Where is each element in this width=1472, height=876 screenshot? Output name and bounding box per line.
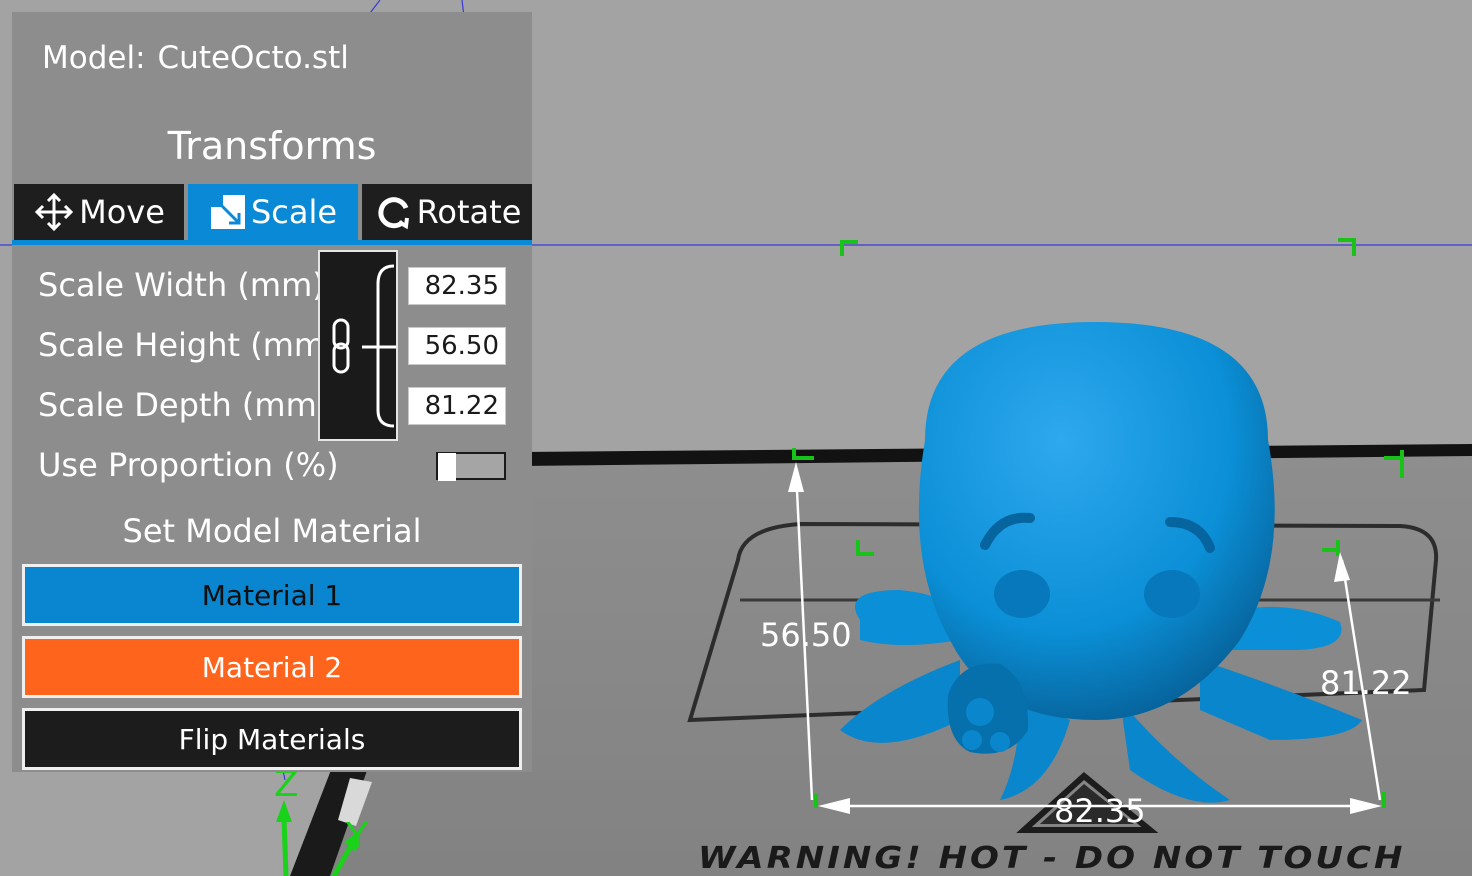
model-label: Model: bbox=[42, 40, 146, 76]
scale-icon bbox=[209, 193, 247, 231]
material-2-button[interactable]: Material 2 bbox=[22, 636, 522, 698]
axis-y-label: Y bbox=[346, 816, 368, 857]
tab-move-label: Move bbox=[79, 193, 165, 231]
scale-height-label: Scale Height (mm) bbox=[38, 326, 338, 364]
material-1-button[interactable]: Material 1 bbox=[22, 564, 522, 626]
tab-underline bbox=[12, 240, 532, 245]
model-filename: CuteOcto.stl bbox=[157, 40, 349, 76]
transform-tabs: Move Scale Rotate bbox=[14, 184, 532, 240]
tab-move[interactable]: Move bbox=[14, 184, 184, 240]
proportion-lock-button[interactable] bbox=[318, 250, 398, 441]
tab-rotate-label: Rotate bbox=[416, 193, 522, 231]
scale-depth-label: Scale Depth (mm) bbox=[38, 386, 330, 424]
height-dimension-label: 56.50 bbox=[760, 616, 852, 654]
depth-dimension-label: 81.22 bbox=[1320, 664, 1412, 702]
scale-depth-input[interactable]: 81.22 bbox=[408, 387, 506, 425]
tab-rotate[interactable]: Rotate bbox=[362, 184, 532, 240]
bed-warning-text: WARNING! HOT - DO NOT TOUCH bbox=[698, 840, 1406, 876]
use-proportion-label: Use Proportion (%) bbox=[38, 446, 339, 484]
scale-width-input[interactable]: 82.35 bbox=[408, 267, 506, 305]
width-dimension-label: 82.35 bbox=[1054, 792, 1146, 830]
model-info: Model: CuteOcto.stl bbox=[42, 40, 349, 76]
toggle-knob bbox=[438, 453, 456, 481]
rotate-icon bbox=[373, 192, 413, 232]
set-material-label: Set Model Material bbox=[122, 512, 422, 550]
panel-title: Transforms bbox=[167, 124, 377, 168]
scale-height-input[interactable]: 56.50 bbox=[408, 327, 506, 365]
chain-link-icon bbox=[332, 264, 396, 428]
tab-scale[interactable]: Scale bbox=[188, 184, 358, 240]
flip-materials-button[interactable]: Flip Materials bbox=[22, 708, 522, 770]
transform-panel: Model: CuteOcto.stl Transforms Move Scal… bbox=[12, 12, 532, 772]
scale-width-label: Scale Width (mm) bbox=[38, 266, 325, 304]
use-proportion-toggle[interactable] bbox=[436, 452, 506, 481]
tab-scale-label: Scale bbox=[250, 193, 338, 231]
move-arrows-icon bbox=[33, 191, 75, 233]
